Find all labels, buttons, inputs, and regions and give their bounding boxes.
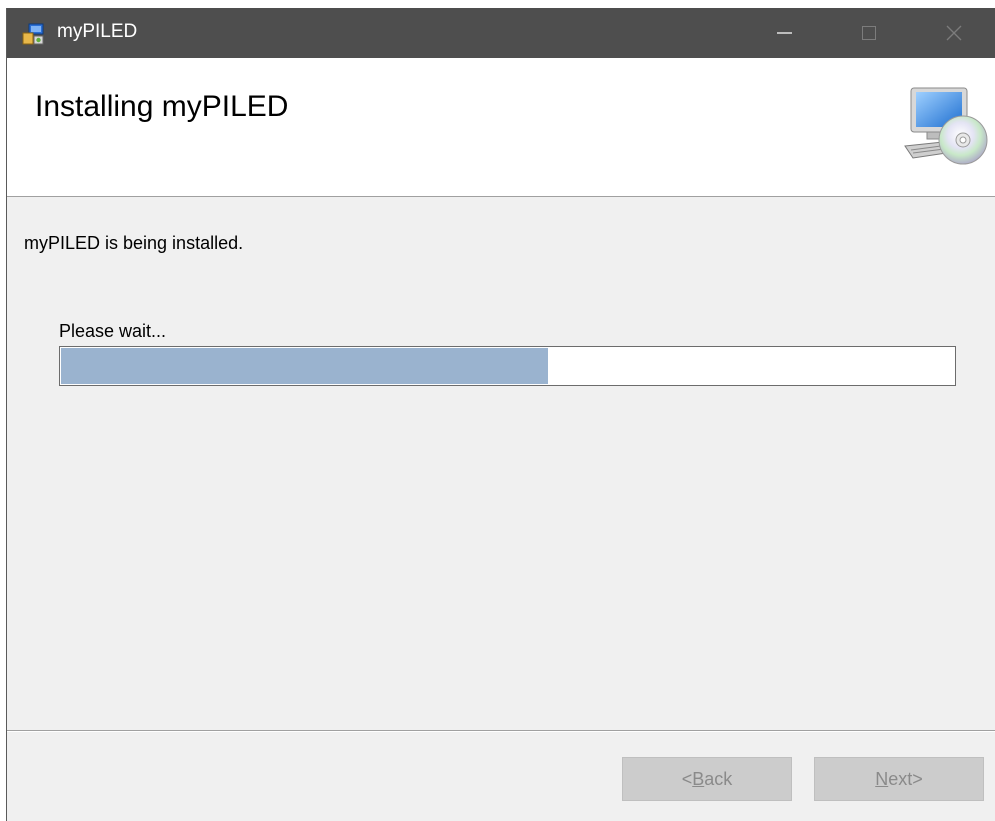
next-button-rest: ext (888, 768, 913, 789)
installer-icon (22, 23, 44, 45)
close-icon (946, 25, 962, 41)
footer-divider (7, 730, 995, 732)
minimize-button[interactable] (752, 8, 816, 58)
window-title: myPILED (57, 21, 138, 42)
back-button-rest: ack (704, 768, 733, 789)
computer-cd-icon (904, 87, 988, 165)
maximize-icon (862, 26, 876, 40)
next-button-mnemonic: N (875, 768, 889, 789)
progress-fill (61, 348, 548, 384)
header-banner: Installing myPILED (7, 58, 995, 197)
title-bar[interactable]: myPILED (7, 8, 995, 58)
page-title: Installing myPILED (35, 90, 289, 123)
next-button[interactable]: Next > (814, 757, 984, 801)
minimize-icon (776, 32, 792, 34)
wait-label: Please wait... (59, 321, 167, 341)
back-button[interactable]: < Back (622, 757, 792, 801)
close-button[interactable] (922, 8, 986, 58)
maximize-button[interactable] (837, 8, 901, 58)
next-button-suffix: > (912, 768, 923, 789)
back-button-prefix: < (681, 768, 693, 789)
progress-bar (59, 346, 956, 386)
installer-window: myPILED Installing myPILED myPILED is be… (6, 8, 995, 821)
back-button-mnemonic: B (692, 768, 705, 789)
status-message: myPILED is being installed. (24, 233, 244, 253)
